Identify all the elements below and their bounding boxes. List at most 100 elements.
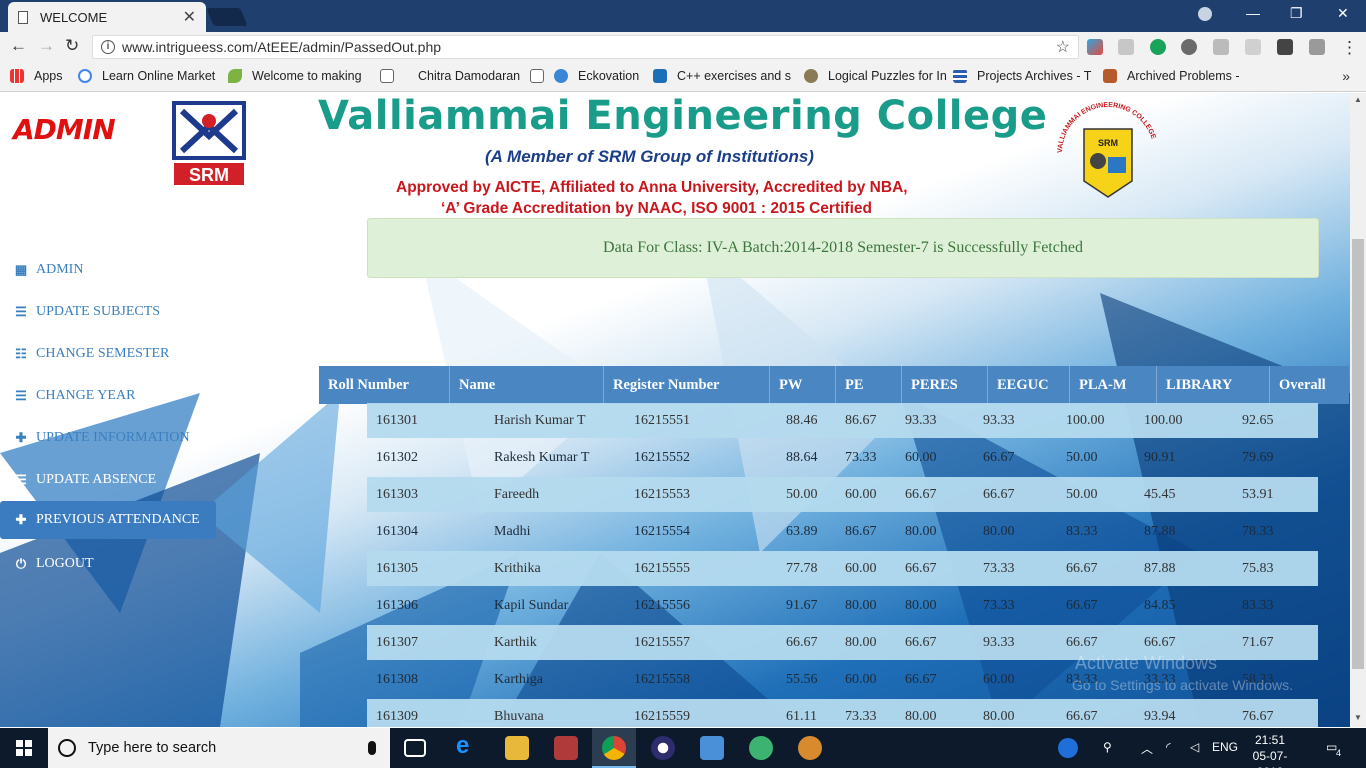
chrome-icon[interactable] xyxy=(602,736,626,760)
bookmark-item[interactable]: Welcome to making xyxy=(228,69,362,83)
list-icon: ☷ xyxy=(15,346,27,361)
table-cell: 73.33 xyxy=(983,560,1015,576)
sidebar-item-change-semester[interactable]: ☷ CHANGE SEMESTER xyxy=(0,335,216,373)
extension-icon[interactable] xyxy=(1087,39,1103,55)
attendance-table-header: Roll Number Name Register Number PW PE P… xyxy=(319,366,1349,404)
file-explorer-icon[interactable] xyxy=(505,736,529,760)
grammarly-icon[interactable] xyxy=(1150,39,1166,55)
scroll-up-icon[interactable]: ▲ xyxy=(1354,95,1362,104)
table-row: 161304 Madhi 16215554 63.89 86.67 80.00 80.00 8… xyxy=(367,514,1318,549)
column-header[interactable]: LIBRARY xyxy=(1157,366,1270,404)
table-cell: 93.94 xyxy=(1144,708,1176,724)
microphone-icon[interactable] xyxy=(368,741,376,755)
php-extension-icon[interactable] xyxy=(1245,39,1261,55)
menu-icon[interactable]: ⋮ xyxy=(1341,38,1358,58)
column-header[interactable]: PLA-M xyxy=(1070,366,1157,404)
bookmark-item[interactable]: Logical Puzzles for In xyxy=(804,69,947,83)
grid-icon xyxy=(953,69,967,83)
column-header[interactable]: EEGUC xyxy=(988,366,1070,404)
column-header[interactable]: PW xyxy=(770,366,836,404)
taskbar-search[interactable]: Type here to search xyxy=(48,728,390,768)
clock-time: 21:51 xyxy=(1254,733,1286,747)
table-cell: 83.33 xyxy=(1242,597,1274,613)
sidebar-item-update-subjects[interactable]: ☰ UPDATE SUBJECTS xyxy=(0,293,216,331)
new-tab-button[interactable] xyxy=(206,8,248,26)
bookmark-item[interactable]: Chitra Damodaran xyxy=(380,69,520,83)
search-placeholder[interactable]: Type here to search xyxy=(88,740,368,756)
extension-icon-2[interactable] xyxy=(1309,39,1325,55)
table-cell: 161307 xyxy=(376,634,418,650)
table-cell: 88.64 xyxy=(786,449,818,465)
bookmark-star-icon[interactable]: ☆ xyxy=(1056,37,1070,57)
edge-icon[interactable]: e xyxy=(456,732,480,759)
virtualbox-icon[interactable] xyxy=(700,736,724,760)
wifi-icon[interactable]: ◜ xyxy=(1166,740,1171,754)
sidebar-item-logout[interactable]: ⏻ LOGOUT xyxy=(0,545,216,583)
column-header[interactable]: Overall xyxy=(1270,366,1349,404)
table-cell: Krithika xyxy=(494,560,541,576)
bookmark-item[interactable]: Projects Archives - T xyxy=(953,69,1091,83)
column-header[interactable]: Roll Number xyxy=(319,366,450,404)
browser-tab[interactable]: WELCOME ✕ xyxy=(8,2,206,32)
bookmark-item[interactable]: Eckovation xyxy=(530,69,639,83)
bookmark-apps[interactable]: Apps xyxy=(10,69,63,83)
eclipse-icon[interactable] xyxy=(651,736,675,760)
page-scrollbar[interactable]: ▲ ▼ xyxy=(1350,93,1366,727)
address-bar[interactable]: i www.intrigueess.com/AtEEE/admin/Passed… xyxy=(92,35,1079,59)
column-header[interactable]: Register Number xyxy=(604,366,770,404)
svg-text:SRM: SRM xyxy=(1098,138,1118,148)
atom-icon[interactable] xyxy=(749,736,773,760)
sidebar-item-update-absence[interactable]: ☰ UPDATE ABSENCE xyxy=(0,461,216,499)
sidebar-item-update-information[interactable]: ✚ UPDATE INFORMATION xyxy=(0,419,216,457)
table-cell: 71.67 xyxy=(1242,634,1274,650)
table-cell: 66.67 xyxy=(1066,708,1098,724)
chevron-up-icon[interactable]: ︿ xyxy=(1141,740,1153,757)
close-tab-icon[interactable]: ✕ xyxy=(183,7,196,27)
back-icon[interactable]: ← xyxy=(10,36,27,56)
column-header[interactable]: PE xyxy=(836,366,902,404)
eye-extension-icon[interactable] xyxy=(1181,39,1197,55)
bookmark-item[interactable]: Archived Problems - xyxy=(1103,69,1240,83)
reload-icon[interactable]: ↻ xyxy=(65,36,79,56)
info-icon[interactable]: i xyxy=(101,40,115,54)
window-close-icon[interactable]: ✕ xyxy=(1337,5,1349,22)
list-icon: ☰ xyxy=(15,388,27,403)
plus-icon: ✚ xyxy=(15,430,27,445)
minimize-icon[interactable]: — xyxy=(1246,5,1260,21)
volume-icon[interactable]: ◁ xyxy=(1190,740,1199,754)
task-view-icon[interactable] xyxy=(404,739,426,757)
help-icon[interactable] xyxy=(1058,738,1078,758)
url-text[interactable]: www.intrigueess.com/AtEEE/admin/PassedOu… xyxy=(122,39,1056,55)
extension-cube-icon[interactable] xyxy=(1118,39,1134,55)
more-bookmarks-icon[interactable]: » xyxy=(1342,68,1350,84)
table-cell: 161302 xyxy=(376,449,418,465)
people-icon[interactable]: ⚲ xyxy=(1103,740,1112,754)
column-header[interactable]: PERES xyxy=(902,366,988,404)
pdf-extension-icon[interactable] xyxy=(1213,39,1229,55)
table-cell: 78.33 xyxy=(1242,523,1274,539)
table-cell: 161304 xyxy=(376,523,418,539)
forward-icon[interactable]: → xyxy=(38,36,55,56)
profile-icon[interactable] xyxy=(1198,7,1212,21)
document-icon xyxy=(18,10,28,24)
paint-icon[interactable] xyxy=(798,736,822,760)
sidebar-item-change-year[interactable]: ☰ CHANGE YEAR xyxy=(0,377,216,415)
taskbar-clock[interactable]: 21:51 05-07-2018 xyxy=(1244,732,1296,768)
app-icon[interactable] xyxy=(554,736,578,760)
maximize-icon[interactable]: ❐ xyxy=(1290,5,1303,22)
sidebar-item-admin[interactable]: ▦ ADMIN xyxy=(0,251,216,289)
table-cell: 80.00 xyxy=(983,708,1015,724)
counter-extension-icon[interactable] xyxy=(1277,39,1293,55)
table-row: 161303 Fareedh 16215553 50.00 60.00 66.67 66.6… xyxy=(367,477,1318,512)
column-header[interactable]: Name xyxy=(450,366,604,404)
scroll-down-icon[interactable]: ▼ xyxy=(1354,713,1362,722)
table-cell: 100.00 xyxy=(1144,412,1183,428)
sidebar-item-previous-attendance[interactable]: ✚ PREVIOUS ATTENDANCE xyxy=(0,501,216,539)
bookmark-item[interactable]: C++ exercises and s xyxy=(653,69,791,83)
language-indicator[interactable]: ENG xyxy=(1212,740,1238,754)
scrollbar-thumb[interactable] xyxy=(1352,239,1364,669)
table-cell: 66.67 xyxy=(905,671,937,687)
windows-start-icon[interactable] xyxy=(16,740,32,756)
college-approval-line: Approved by AICTE, Affiliated to Anna Un… xyxy=(396,179,908,196)
bookmark-item[interactable]: Learn Online Market xyxy=(78,69,215,83)
